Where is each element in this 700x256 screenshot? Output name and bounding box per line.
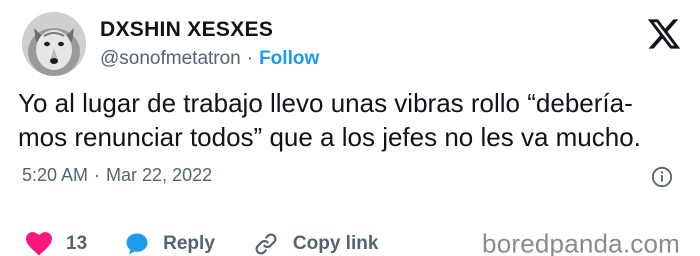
display-name[interactable]: DXSHIN XESXES — [100, 18, 273, 42]
tweet-time: 5:20 AM — [22, 165, 89, 185]
wolf-avatar-image — [22, 12, 86, 76]
tweet-timestamp[interactable]: 5:20 AM · Mar 22, 2022 — [22, 165, 212, 186]
follow-button[interactable]: Follow — [259, 48, 319, 69]
x-logo-icon[interactable] — [646, 16, 682, 52]
tweet-text: Yo al lugar de trabajo llevo unas vibras… — [18, 86, 688, 154]
separator-dot: · — [94, 165, 101, 185]
tweet-text-line: mos renunciar todos” que a los jefes no … — [18, 122, 641, 152]
reply-label: Reply — [163, 233, 215, 254]
like-count: 13 — [66, 233, 88, 254]
avatar[interactable] — [22, 12, 86, 76]
reply-button[interactable]: Reply — [125, 232, 215, 256]
watermark: boredpanda.com — [482, 228, 680, 256]
link-icon — [255, 233, 277, 255]
info-icon[interactable] — [651, 166, 673, 188]
user-handle[interactable]: @sonofmetatron — [100, 48, 241, 69]
copy-link-button[interactable]: Copy link — [253, 231, 379, 256]
like-button[interactable]: 13 — [26, 232, 87, 256]
speech-bubble-icon — [126, 233, 148, 255]
action-bar: 13 Reply Copy link — [26, 231, 416, 256]
tweet-date: Mar 22, 2022 — [106, 165, 213, 185]
heart-icon — [26, 232, 52, 256]
handle-line: @sonofmetatron · Follow — [100, 48, 319, 70]
tweet-text-line: Yo al lugar de trabajo llevo unas vibras… — [18, 88, 633, 118]
separator-dot: · — [246, 48, 254, 69]
copy-link-label: Copy link — [292, 233, 379, 254]
